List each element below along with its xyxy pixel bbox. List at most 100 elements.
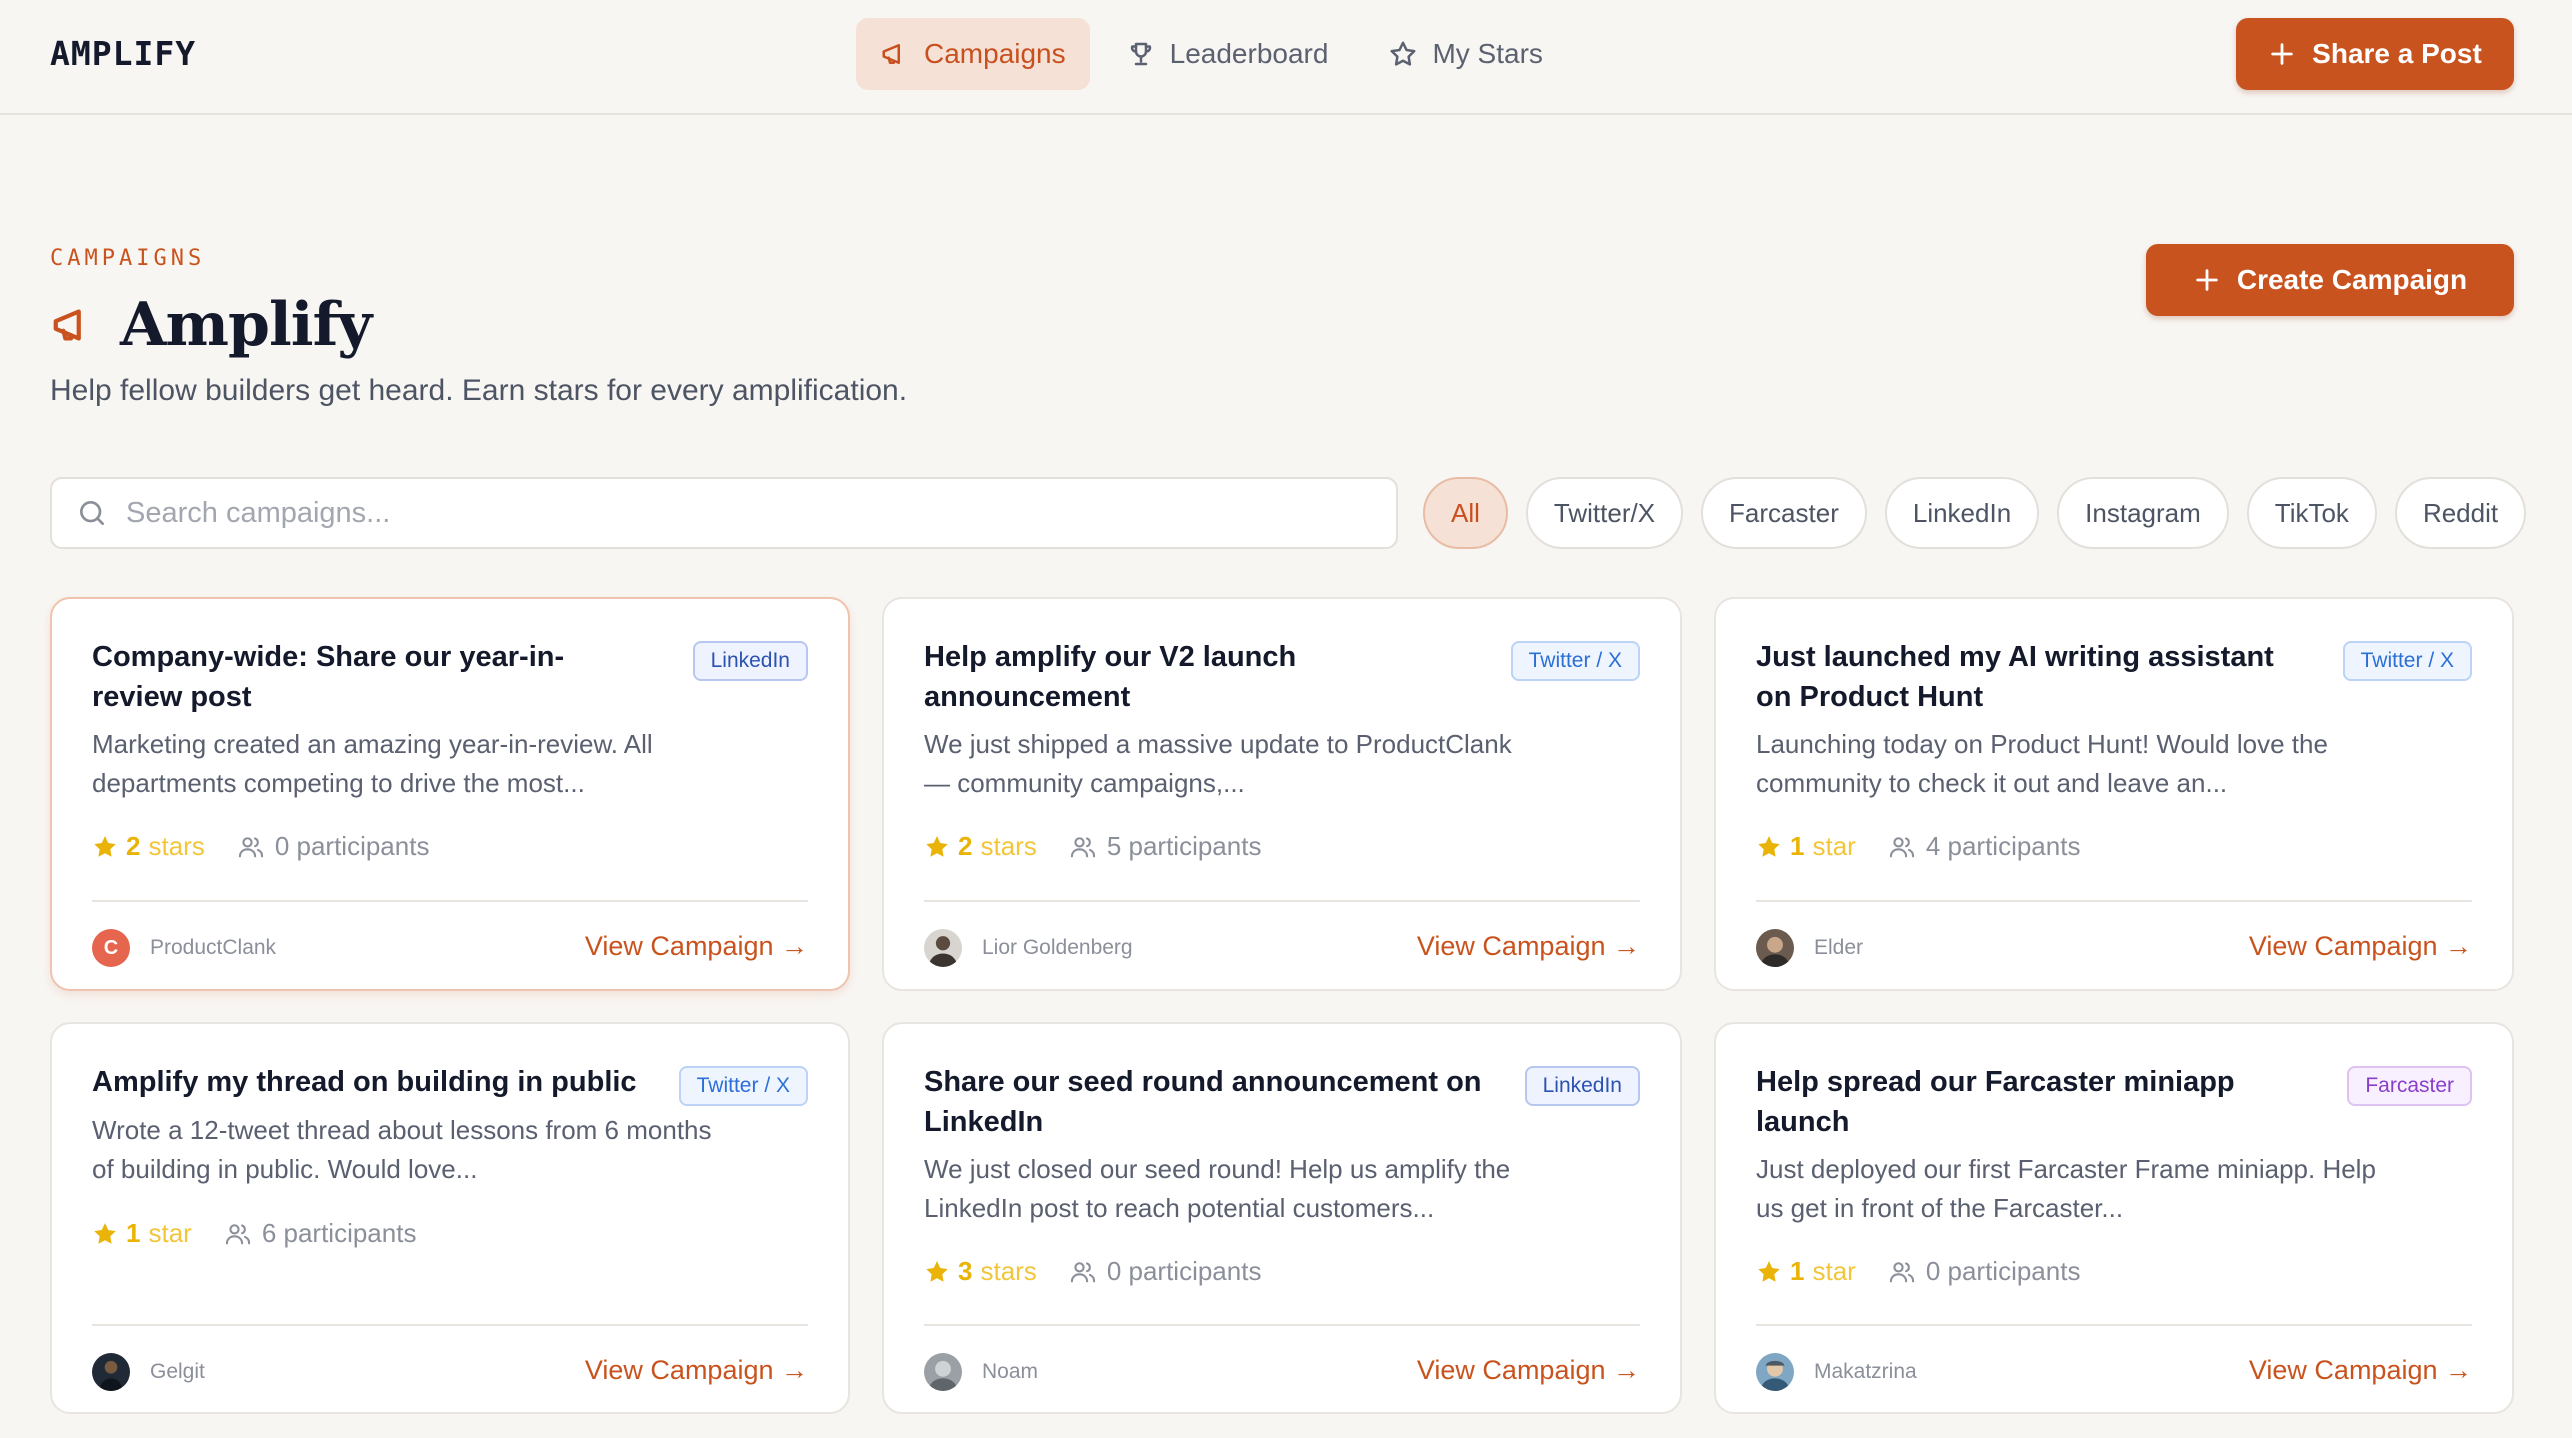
stars-count: 1 star <box>1756 1256 1856 1287</box>
person-photo-icon <box>1760 936 1790 967</box>
plus-icon <box>2271 43 2293 65</box>
campaign-description: We just closed our seed round! Help us a… <box>924 1154 1511 1223</box>
filter-all[interactable]: All <box>1423 477 1508 549</box>
star-icon <box>926 1260 948 1282</box>
campaign-title[interactable]: Company-wide: Share our year-in-review p… <box>92 637 652 717</box>
campaign-description: We just shipped a massive update to Prod… <box>924 729 1512 798</box>
campaign-author: Elder <box>1756 929 1863 967</box>
platform-filters: All Twitter/X Farcaster LinkedIn Instagr… <box>1423 477 2527 549</box>
author-name: Gelgit <box>150 1360 205 1383</box>
star-icon <box>1758 835 1780 857</box>
participants-count: 6 participants <box>224 1218 416 1249</box>
person-photo-icon <box>928 1360 958 1391</box>
users-icon <box>1070 1261 1095 1282</box>
campaign-card[interactable]: Help amplify our V2 launch announcement … <box>882 597 1682 991</box>
users-icon <box>1070 836 1095 857</box>
participants-count: 5 participants <box>1069 831 1262 862</box>
card-divider <box>924 900 1640 902</box>
campaign-card[interactable]: Help spread our Farcaster miniapp launch… <box>1714 1022 2514 1414</box>
filter-tiktok[interactable]: TikTok <box>2246 477 2377 549</box>
view-campaign-link[interactable]: View Campaign → <box>1417 1355 1640 1386</box>
brand-logo[interactable]: AMPLIFY <box>50 34 196 73</box>
avatar <box>924 929 962 967</box>
nav-my-stars[interactable]: My Stars <box>1364 18 1566 90</box>
campaign-title[interactable]: Amplify my thread on building in public <box>92 1062 652 1102</box>
campaign-card[interactable]: Company-wide: Share our year-in-review p… <box>50 597 850 991</box>
campaign-stats: 2 stars 5 participants <box>924 831 1261 862</box>
search-box[interactable] <box>50 477 1398 549</box>
star-icon <box>1390 41 1416 66</box>
campaign-title[interactable]: Share our seed round announcement on Lin… <box>924 1062 1484 1142</box>
create-campaign-button[interactable]: Create Campaign <box>2146 244 2514 316</box>
person-photo-icon <box>99 1360 123 1391</box>
stars-count: 3 stars <box>924 1256 1037 1287</box>
campaign-card[interactable]: Amplify my thread on building in public … <box>50 1022 850 1414</box>
campaign-author: Lior Goldenberg <box>924 929 1133 967</box>
campaign-stats: 3 stars 0 participants <box>924 1256 1261 1287</box>
nav-leaderboard[interactable]: Leaderboard <box>1102 18 1353 90</box>
share-post-label: Share a Post <box>2312 38 2482 69</box>
campaign-author: C ProductClank <box>92 929 276 967</box>
campaign-card[interactable]: Just launched my AI writing assistant on… <box>1714 597 2514 991</box>
users-icon <box>238 836 263 857</box>
users-icon <box>1889 1261 1914 1282</box>
search-input[interactable] <box>126 496 1396 530</box>
view-campaign-link[interactable]: View Campaign → <box>1417 931 1640 962</box>
filter-instagram[interactable]: Instagram <box>2057 477 2229 549</box>
author-name: Makatzrina <box>1814 1360 1917 1383</box>
filter-linkedin[interactable]: LinkedIn <box>1884 477 2040 549</box>
filter-farcaster[interactable]: Farcaster <box>1701 477 1867 549</box>
star-icon <box>94 1222 116 1244</box>
stars-number: 2 <box>126 831 141 861</box>
stars-word: stars <box>980 831 1037 861</box>
campaign-title[interactable]: Help spread our Farcaster miniapp launch <box>1756 1062 2316 1142</box>
create-campaign-label: Create Campaign <box>2236 264 2468 295</box>
stars-number: 3 <box>958 1256 973 1286</box>
stars-word: star <box>148 1218 192 1248</box>
participants-label: 0 participants <box>1925 1256 2081 1286</box>
platform-badge: LinkedIn <box>1524 1066 1640 1106</box>
participants-label: 4 participants <box>1925 831 2081 861</box>
participants-count: 0 participants <box>1069 1256 1262 1287</box>
view-campaign-link[interactable]: View Campaign → <box>2249 931 2472 962</box>
person-photo-icon <box>1760 1360 1790 1391</box>
campaign-title[interactable]: Just launched my AI writing assistant on… <box>1756 637 2316 717</box>
campaign-card[interactable]: Share our seed round announcement on Lin… <box>882 1022 1682 1414</box>
card-divider <box>924 1324 1640 1326</box>
stars-number: 2 <box>958 831 973 861</box>
megaphone-icon <box>882 44 900 64</box>
share-post-button[interactable]: Share a Post <box>2236 18 2514 90</box>
view-campaign-link[interactable]: View Campaign → <box>585 931 808 962</box>
filter-reddit[interactable]: Reddit <box>2394 477 2527 549</box>
nav-my-stars-label: My Stars <box>1432 38 1543 69</box>
participants-count: 4 participants <box>1888 831 2081 862</box>
participants-count: 0 participants <box>237 831 430 862</box>
campaign-author: Gelgit <box>92 1353 205 1391</box>
stars-number: 1 <box>1790 831 1805 861</box>
platform-badge: Twitter / X <box>2342 641 2472 681</box>
page-title-row: Amplify <box>50 290 372 360</box>
campaign-stats: 1 star 4 participants <box>1756 831 2080 862</box>
avatar <box>924 1353 962 1391</box>
stars-count: 1 star <box>1756 831 1856 862</box>
view-campaign-link[interactable]: View Campaign → <box>585 1355 808 1386</box>
participants-label: 0 participants <box>274 831 430 861</box>
nav-campaigns[interactable]: Campaigns <box>856 18 1090 90</box>
nav-campaigns-label: Campaigns <box>924 38 1066 69</box>
users-icon <box>225 1223 250 1244</box>
participants-label: 5 participants <box>1106 831 1262 861</box>
stars-word: stars <box>148 831 205 861</box>
author-name: Noam <box>982 1360 1039 1383</box>
top-navigation-bar: AMPLIFY Campaigns Leaderboard My Stars S… <box>0 0 2572 115</box>
stars-word: star <box>1812 831 1856 861</box>
view-campaign-link[interactable]: View Campaign → <box>2249 1355 2472 1386</box>
avatar: C <box>92 929 130 967</box>
participants-count: 0 participants <box>1888 1256 2081 1287</box>
plus-icon <box>2196 269 2218 291</box>
campaign-title[interactable]: Help amplify our V2 launch announcement <box>924 637 1484 717</box>
filter-twitter[interactable]: Twitter/X <box>1525 477 1684 549</box>
participants-label: 0 participants <box>1106 1256 1262 1286</box>
campaign-author: Noam <box>924 1353 1038 1391</box>
star-icon <box>1758 1260 1780 1282</box>
page-subtitle: Help fellow builders get heard. Earn sta… <box>50 374 908 407</box>
